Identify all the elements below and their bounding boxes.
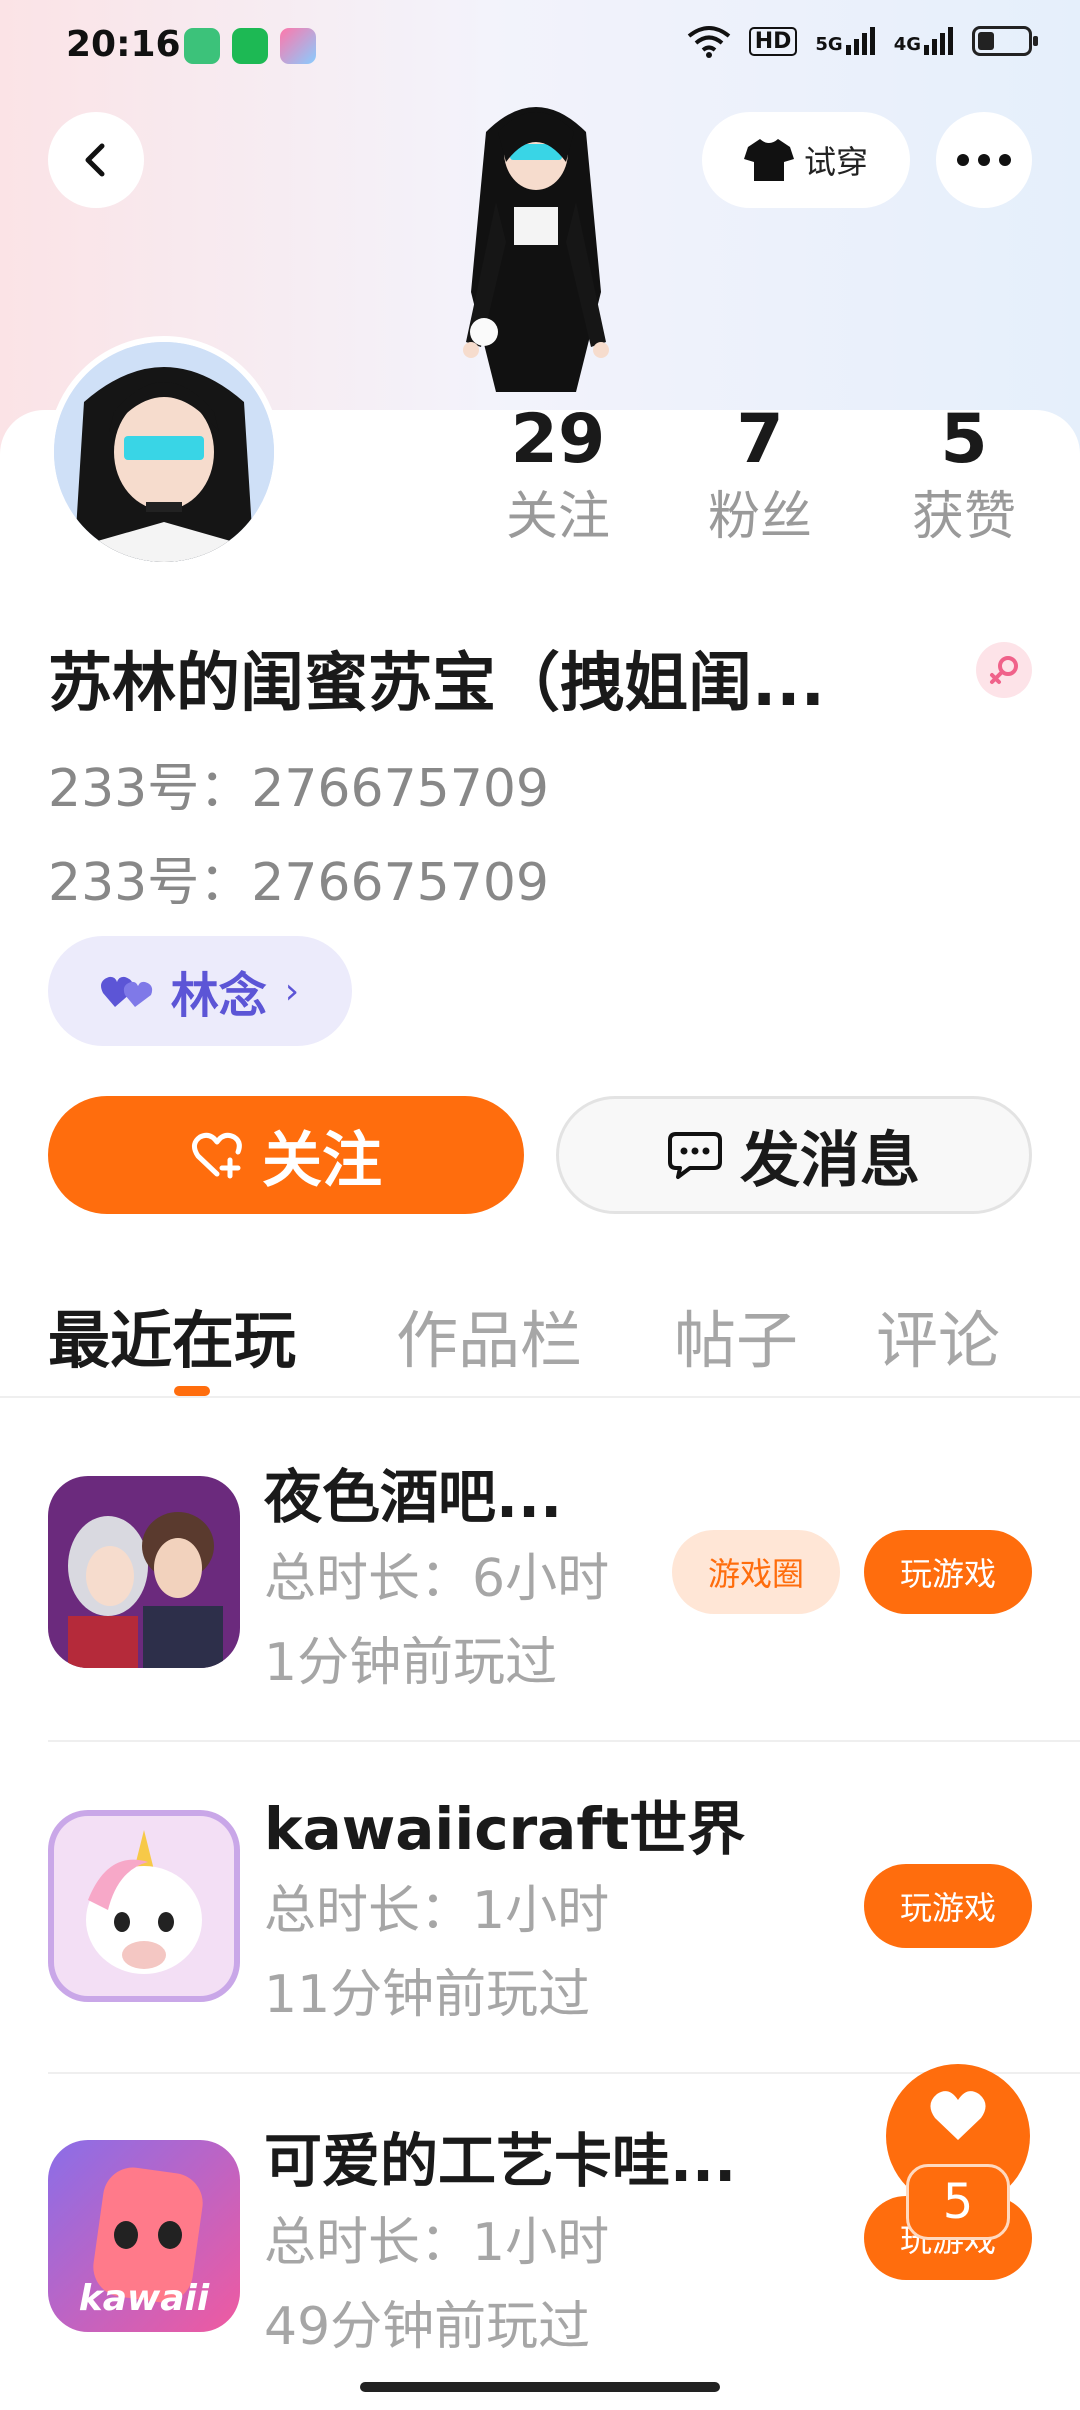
tab-works[interactable]: 作品栏 <box>396 1290 582 1380</box>
back-button[interactable] <box>48 112 144 208</box>
double-heart-icon <box>100 976 152 1007</box>
stat-following[interactable]: 29 关注 <box>488 398 628 552</box>
heart-plus-icon <box>192 1132 242 1179</box>
game-name: 可爱的工艺卡哇... <box>264 2127 737 2195</box>
relation-tag-label: 林念 <box>170 968 267 1024</box>
active-tab-indicator <box>174 1386 210 1396</box>
like-count-badge: 5 <box>906 2164 1010 2240</box>
signal-bars-icon <box>845 27 875 55</box>
signal-4g-label: 4G <box>893 34 921 55</box>
try-on-button[interactable]: 试穿 <box>702 112 910 208</box>
svg-text:kawaii: kawaii <box>79 2278 210 2319</box>
status-time: 20:16 <box>66 24 181 65</box>
game-total-time: 总时长：1小时 <box>264 2213 610 2273</box>
notification-app-icon <box>184 28 220 64</box>
avatar-image <box>54 342 274 562</box>
signal-bars-icon <box>924 27 953 55</box>
relation-tag[interactable]: 林念 › <box>48 936 352 1046</box>
stat-followers[interactable]: 7 粉丝 <box>690 398 830 552</box>
avatar-character-image <box>463 107 609 392</box>
battery-icon <box>972 26 1038 56</box>
chevron-right-icon: › <box>284 970 300 1012</box>
more-dots-icon <box>957 154 1011 166</box>
signal-4g-indicator: 4G <box>894 27 954 55</box>
avatar[interactable] <box>48 336 280 568</box>
tab-comments[interactable]: 评论 <box>876 1290 1000 1380</box>
game-name: 夜色酒吧... <box>264 1463 563 1531</box>
wifi-icon <box>687 26 730 58</box>
hd-badge: HD <box>748 26 798 56</box>
try-on-label: 试穿 <box>803 143 868 181</box>
stat-likes[interactable]: 5 获赞 <box>894 398 1034 552</box>
female-gender-icon <box>990 656 1018 684</box>
play-game-button[interactable]: 玩游戏 <box>864 1864 1032 1948</box>
game-cover-image <box>48 1810 240 2002</box>
profile-nickname: 苏林的闺蜜苏宝（拽姐闺... <box>48 647 825 721</box>
stat-followers-label: 粉丝 <box>707 487 812 547</box>
tshirt-icon <box>743 139 794 181</box>
notification-app-icon <box>280 28 316 64</box>
game-circle-button[interactable]: 游戏圈 <box>672 1530 840 1614</box>
game-icon: kawaii <box>48 2140 240 2332</box>
user-id-line: 233号：276675709 <box>48 759 550 819</box>
game-icon <box>48 1810 240 2002</box>
battery-level-fill <box>978 32 995 50</box>
tab-posts[interactable]: 帖子 <box>674 1290 798 1380</box>
follow-label: 关注 <box>262 1125 382 1196</box>
game-icon <box>48 1476 240 1668</box>
home-indicator[interactable] <box>360 2382 720 2392</box>
user-id-line: 233号：276675709 <box>48 853 550 913</box>
game-cover-image <box>48 1476 240 1668</box>
signal-5g-label: 5G <box>815 34 843 55</box>
heart-icon <box>930 2091 986 2140</box>
status-bar: 20:16 HD 5G 4G <box>0 0 1080 96</box>
game-list-item[interactable]: kawaiicraft世界 总时长：1小时 11分钟前玩过 玩游戏 <box>0 1742 1080 2072</box>
game-total-time: 总时长：1小时 <box>264 1881 610 1941</box>
status-notification-icons <box>184 28 316 64</box>
stat-likes-count: 5 <box>940 400 988 479</box>
follow-button[interactable]: 关注 <box>48 1096 524 1214</box>
game-last-played: 1分钟前玩过 <box>264 1633 558 1693</box>
stat-followers-count: 7 <box>736 400 784 479</box>
game-name: kawaiicraft世界 <box>264 1795 746 1863</box>
notification-app-icon <box>232 28 268 64</box>
send-message-button[interactable]: 发消息 <box>556 1096 1032 1214</box>
tab-recently-played[interactable]: 最近在玩 <box>48 1290 296 1380</box>
more-options-button[interactable] <box>936 112 1032 208</box>
chat-bubble-icon <box>668 1132 722 1179</box>
tabs-divider <box>0 1396 1080 1398</box>
game-cover-image: kawaii <box>48 2140 240 2332</box>
stat-likes-label: 获赞 <box>911 487 1016 547</box>
status-indicators: HD 5G 4G <box>687 24 1038 58</box>
signal-5g-indicator: 5G <box>815 27 875 55</box>
game-last-played: 11分钟前玩过 <box>264 1965 591 2025</box>
game-total-time: 总时长：6小时 <box>264 1549 610 1609</box>
play-game-button[interactable]: 玩游戏 <box>864 1530 1032 1614</box>
stat-following-label: 关注 <box>505 487 610 547</box>
game-list-item[interactable]: 夜色酒吧... 总时长：6小时 1分钟前玩过 游戏圈 玩游戏 <box>0 1410 1080 1740</box>
gender-badge <box>976 642 1032 698</box>
stat-following-count: 29 <box>510 400 606 479</box>
game-last-played: 49分钟前玩过 <box>264 2297 591 2357</box>
send-message-label: 发消息 <box>740 1125 920 1196</box>
chevron-left-icon <box>85 143 105 177</box>
